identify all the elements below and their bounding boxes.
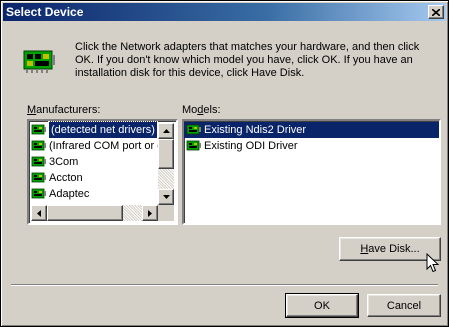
mouse-pointer-icon	[426, 253, 440, 273]
close-button[interactable]	[428, 5, 444, 19]
manufacturers-horizontal-scrollbar[interactable]	[31, 205, 158, 221]
arrow-down-icon	[162, 195, 170, 199]
network-adapter-icon	[31, 156, 46, 167]
list-item-label: Accton	[49, 172, 83, 184]
network-adapter-icon	[31, 124, 46, 135]
close-icon	[432, 8, 440, 16]
network-adapter-icon	[23, 50, 55, 73]
ok-button[interactable]: OK	[285, 293, 359, 318]
list-item-label: Existing Ndis2 Driver	[204, 124, 307, 136]
list-item[interactable]: (detected net drivers)	[29, 121, 176, 139]
network-adapter-icon	[31, 188, 46, 199]
list-item[interactable]: Existing ODI Driver	[184, 138, 439, 154]
title-bar[interactable]: Select Device	[3, 3, 446, 21]
list-item-label: (Infrared COM port or dc	[49, 140, 169, 152]
scroll-thumb[interactable]	[47, 205, 123, 221]
list-item-label: (detected net drivers)	[48, 121, 158, 139]
cancel-button[interactable]: Cancel	[367, 294, 441, 317]
network-adapter-icon	[31, 140, 46, 151]
manufacturers-list[interactable]: (detected net drivers) (Infrared COM por…	[27, 119, 178, 225]
have-disk-label: Have Disk...	[360, 243, 420, 255]
scroll-up-button[interactable]	[158, 123, 174, 139]
arrow-left-icon	[37, 209, 41, 217]
separator	[11, 284, 438, 286]
list-item[interactable]: Existing Ndis2 Driver	[184, 122, 439, 138]
list-item[interactable]: Accton	[29, 170, 176, 186]
list-item[interactable]: 3Com	[29, 154, 176, 170]
instructions-text: Click the Network adapters that matches …	[75, 41, 420, 79]
scroll-left-button[interactable]	[31, 205, 47, 221]
arrow-right-icon	[148, 209, 152, 217]
models-label: Models:	[182, 104, 221, 116]
list-item[interactable]: (Infrared COM port or dc	[29, 138, 176, 154]
models-list[interactable]: Existing Ndis2 Driver Existing ODI Drive…	[182, 119, 441, 225]
manufacturers-label: Manufacturers:	[27, 104, 101, 116]
list-item[interactable]: Adaptec	[29, 186, 176, 202]
network-adapter-icon	[186, 124, 201, 135]
list-item-label: 3Com	[49, 156, 79, 168]
network-adapter-icon	[186, 140, 201, 151]
network-adapter-icon	[31, 172, 46, 183]
window-title: Select Device	[6, 5, 84, 19]
scroll-right-button[interactable]	[142, 205, 158, 221]
scroll-down-button[interactable]	[158, 189, 174, 205]
list-item-label: Existing ODI Driver	[204, 140, 298, 152]
select-device-dialog: Select Device Click the Network adapters…	[0, 0, 449, 327]
arrow-up-icon	[162, 129, 170, 133]
scrollbar-corner	[158, 205, 174, 221]
list-item-label: Adaptec	[49, 188, 90, 200]
scroll-thumb[interactable]	[158, 139, 174, 169]
manufacturers-vertical-scrollbar[interactable]	[158, 123, 174, 205]
